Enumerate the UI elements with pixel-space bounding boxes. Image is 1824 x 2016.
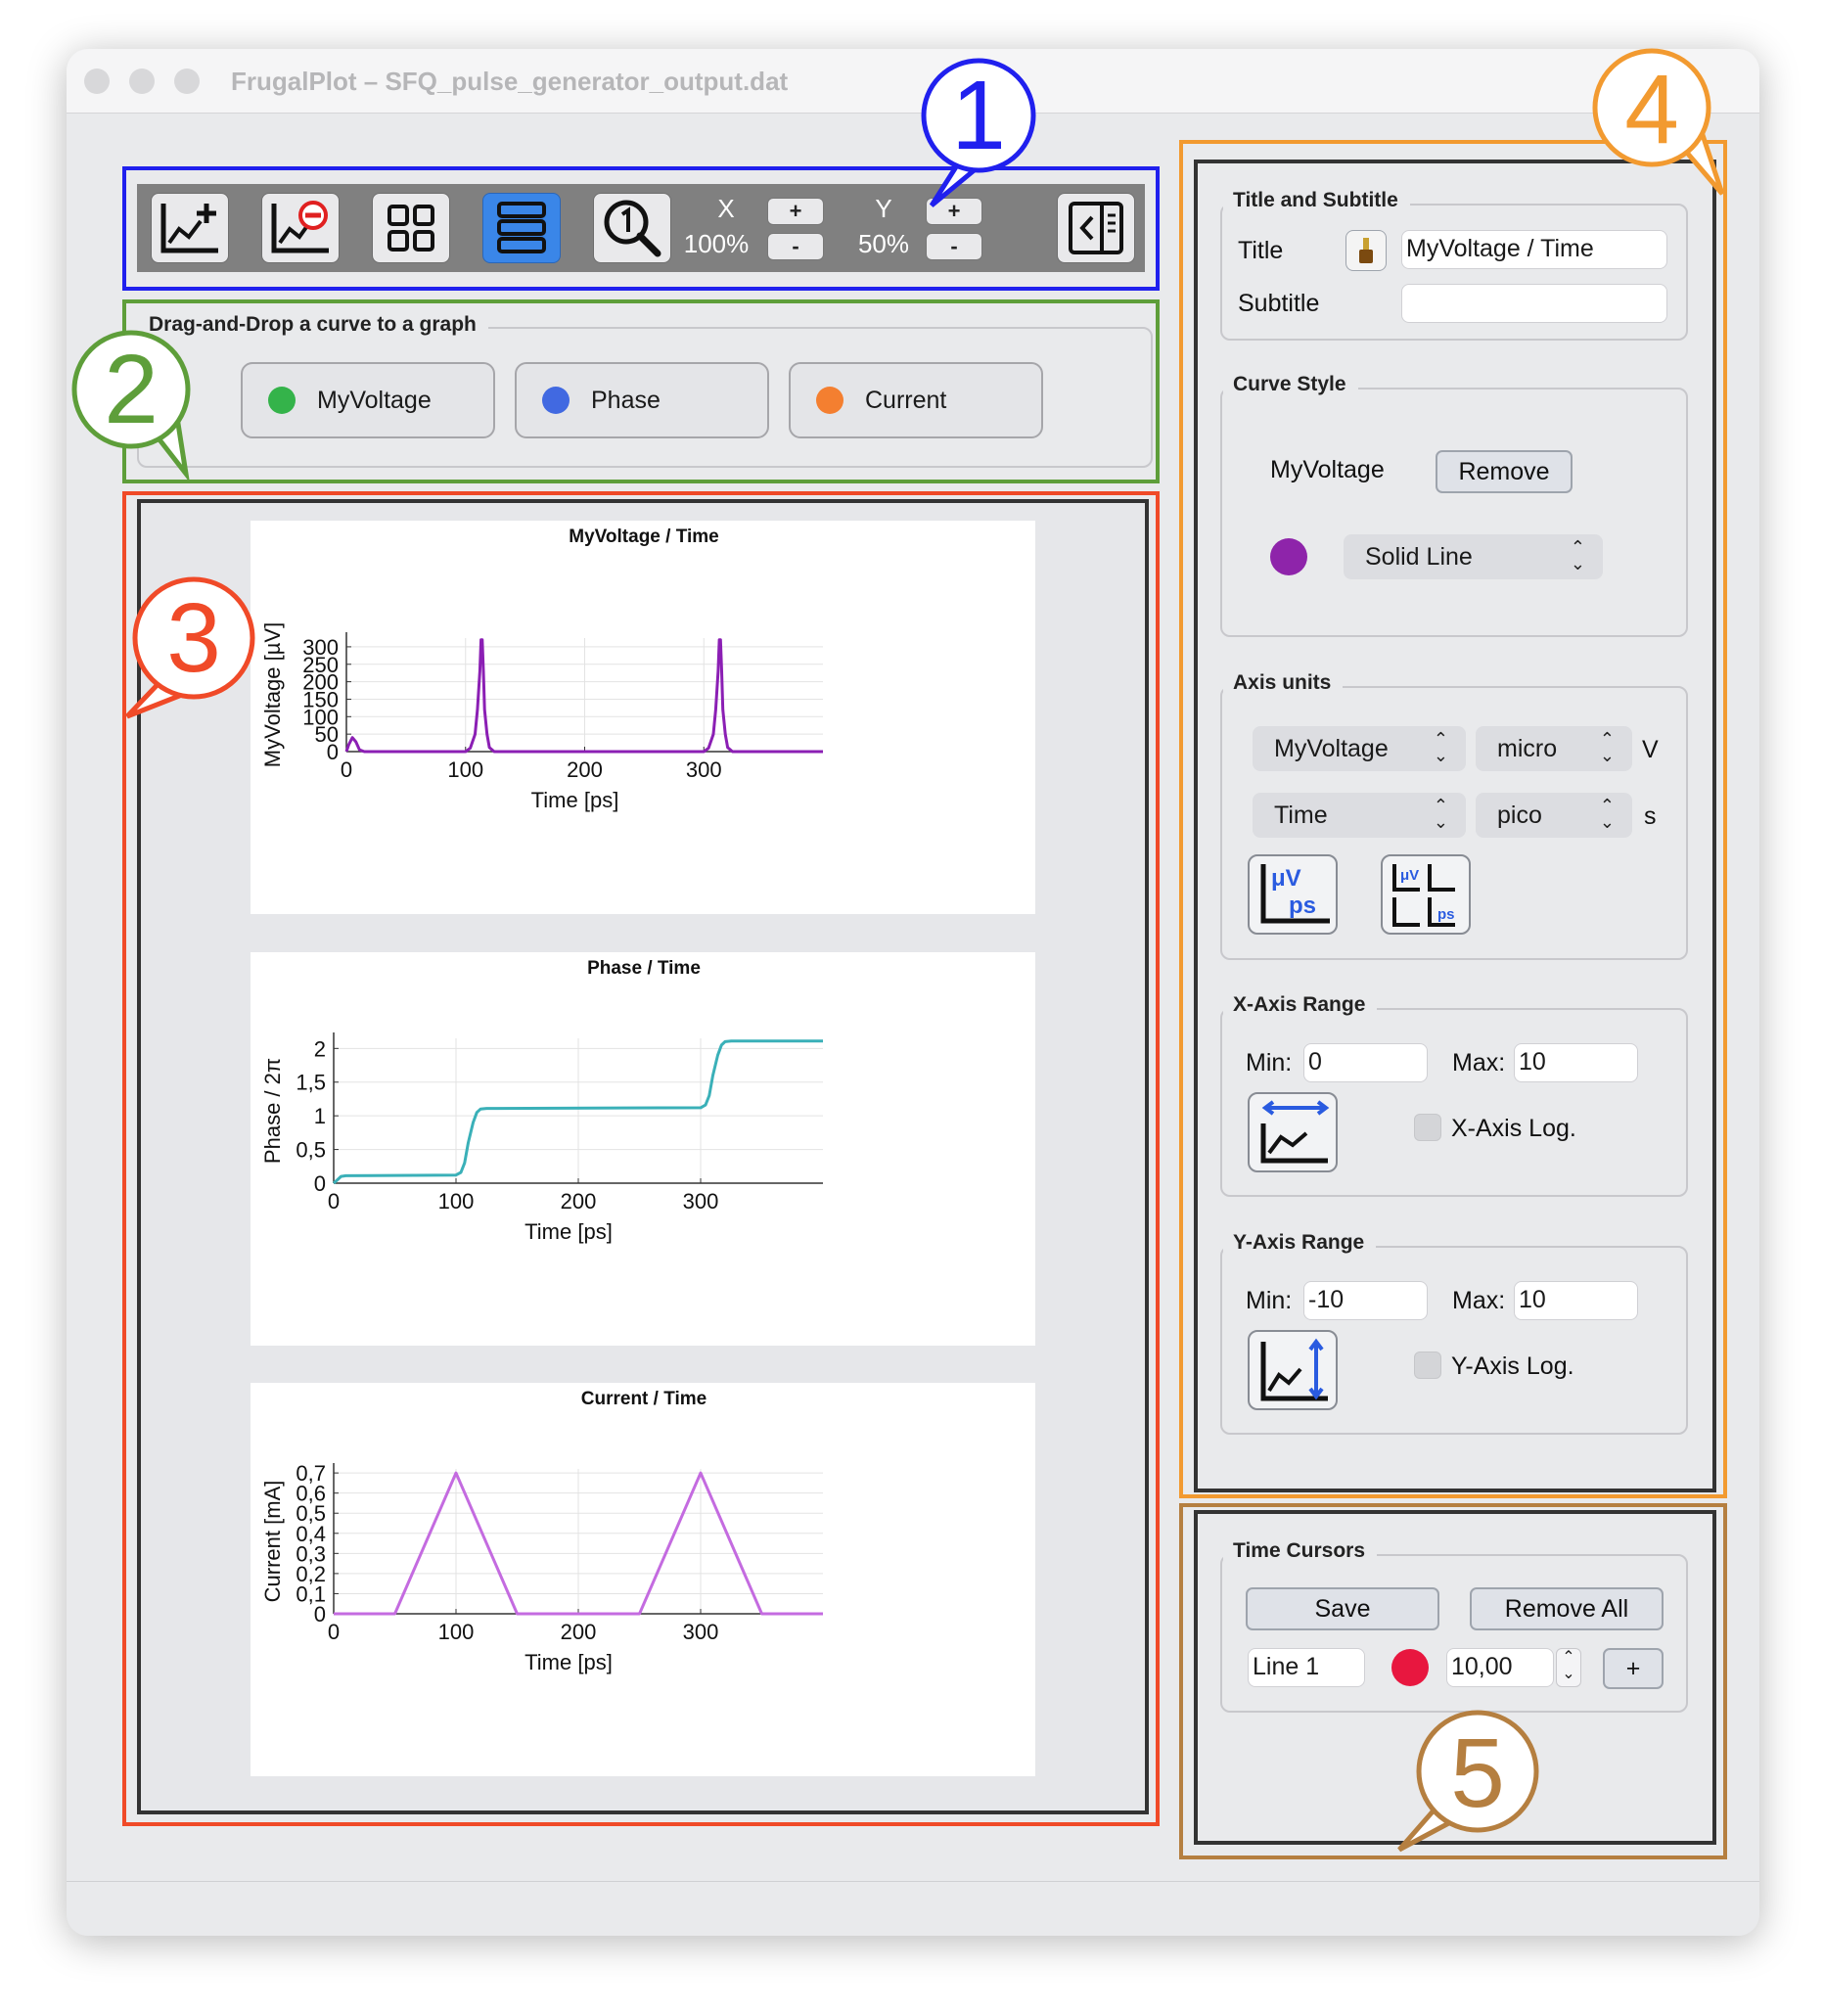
callout-2: 2 [71,330,191,483]
callout-4-label: 4 [1624,55,1679,164]
callout-5: 5 [1397,1710,1539,1853]
callout-3-label: 3 [166,583,221,693]
callout-2-label: 2 [104,335,159,444]
callout-4: 4 [1592,48,1725,196]
callout-1-label: 1 [951,61,1006,170]
callout-5-label: 5 [1450,1718,1505,1828]
callout-layer: 1 2 3 4 5 [71,48,1725,1853]
callout-1: 1 [921,58,1036,207]
callout-3: 3 [125,576,255,719]
